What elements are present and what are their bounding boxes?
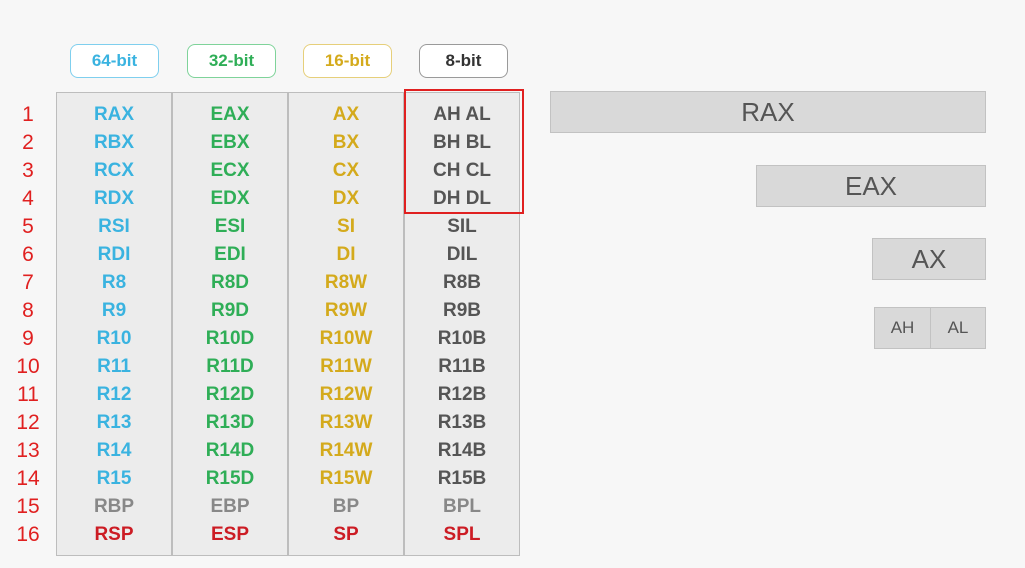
register-r8-cell: BPL [443,496,481,517]
register-r32-cell: ESI [214,216,246,237]
ah-bar: AH [874,307,931,349]
register-r8-cell: R9B [442,300,481,321]
register-r64-cell: RAX [93,104,135,125]
register-r32-cell: EDX [210,188,250,209]
register-r32-cell: EBX [210,132,250,153]
row-number: 1 [22,103,34,126]
register-r64-cell: R13 [96,412,132,433]
register-r16-cell: R8W [324,272,368,293]
register-r16-cell: SI [337,216,355,237]
row-number: 8 [22,299,34,322]
header-32-bit-label: 32-bit [208,51,255,70]
register-r8-cell: R13B [437,412,487,433]
row-number: 6 [22,243,34,266]
eax-bar: EAX [756,165,986,207]
header-8-bit-label: 8-bit [445,51,482,70]
header-64-bit-label: 64-bit [91,51,138,70]
register-r64-cell: RBX [93,132,135,153]
register-r8-cell: SPL [443,524,481,545]
register-r32-cell: R12D [205,384,255,405]
register-r64-cell: R15 [96,468,132,489]
register-r16-cell: BX [332,132,360,153]
register-r8-cell: R8B [442,272,481,293]
register-r16-cell: R15W [319,468,373,489]
register-r8-cell: R10B [437,328,487,349]
register-r64-cell: RBP [93,496,135,517]
register-r16-cell: BP [332,496,360,517]
register-r32-cell: R10D [205,328,255,349]
register-r64-cell: R12 [96,384,132,405]
high-low-byte-highlight [404,89,524,214]
ah-bar-label: AH [890,318,915,337]
register-r16-cell: R11W [320,356,372,377]
row-number: 16 [16,523,40,546]
register-r16-cell: SP [333,524,359,545]
register-r64-cell: RSI [98,216,130,237]
ax-bar: AX [872,238,986,280]
register-r16-cell: R14W [319,440,373,461]
rax-bar: RAX [550,91,986,133]
register-r8-cell: R15B [437,468,487,489]
register-r64-cell: RSP [94,524,134,545]
register-r64-cell: R8 [101,272,127,293]
register-r8-cell: R14B [437,440,487,461]
register-r32-cell: R15D [205,468,255,489]
register-r64-cell: R11 [97,356,131,377]
register-r64-cell: R10 [96,328,132,349]
header-32-bit: 32-bit [187,44,276,78]
register-r8-cell: R11B [438,356,486,377]
register-r8-cell: DIL [446,244,478,265]
row-number: 9 [22,327,34,350]
header-16-bit-label: 16-bit [324,51,371,70]
row-number: 2 [22,131,34,154]
register-r64-cell: RCX [93,160,135,181]
header-64-bit: 64-bit [70,44,159,78]
row-number: 7 [22,271,34,294]
register-r32-cell: EBP [210,496,250,517]
register-r32-cell: R9D [210,300,249,321]
register-r16-cell: AX [332,104,360,125]
al-bar-label: AL [947,318,969,337]
register-r16-cell: DI [336,244,356,265]
register-r64-cell: R9 [101,300,127,321]
row-number: 5 [22,215,34,238]
row-number: 3 [22,159,34,182]
register-r32-cell: R14D [205,440,255,461]
register-r16-cell: R9W [324,300,368,321]
row-number: 14 [16,467,40,490]
register-r32-cell: EAX [210,104,250,125]
register-r16-cell: R12W [319,384,373,405]
register-r32-cell: R8D [210,272,249,293]
register-r16-cell: R10W [319,328,373,349]
row-number: 10 [16,355,40,378]
register-r32-cell: R11D [206,356,254,377]
header-8-bit: 8-bit [419,44,508,78]
register-r64-cell: RDI [97,244,131,265]
ax-bar-label: AX [911,243,947,274]
register-r64-cell: R14 [96,440,132,461]
header-16-bit: 16-bit [303,44,392,78]
register-r32-cell: ESP [210,524,250,545]
row-number: 13 [16,439,40,462]
register-r16-cell: DX [332,188,360,209]
row-number: 12 [16,411,40,434]
row-number: 15 [16,495,40,518]
register-r8-cell: R12B [437,384,487,405]
register-r32-cell: ECX [210,160,250,181]
row-number: 4 [22,187,34,210]
register-r32-cell: R13D [205,412,255,433]
register-r16-cell: CX [332,160,360,181]
row-number: 11 [17,383,39,406]
register-r16-cell: R13W [319,412,373,433]
register-r32-cell: EDI [214,244,246,265]
rax-bar-label: RAX [741,96,795,127]
eax-bar-label: EAX [844,170,898,201]
register-r8-cell: SIL [447,216,477,237]
register-r64-cell: RDX [93,188,135,209]
al-bar: AL [930,307,986,349]
